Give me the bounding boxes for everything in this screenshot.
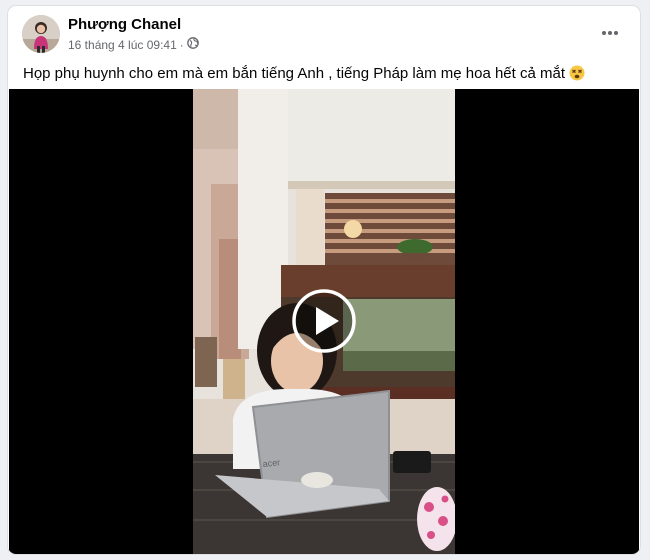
post-card: Phượng Chanel 16 tháng 4 lúc 09:41 · Họp…: [8, 6, 640, 554]
svg-text:acer: acer: [262, 457, 280, 469]
post-meta: 16 tháng 4 lúc 09:41 ·: [68, 37, 199, 52]
globe-icon: [186, 37, 199, 52]
avatar[interactable]: [22, 15, 60, 53]
post-caption: Họp phụ huynh cho em mà em bắn tiếng Anh…: [23, 64, 628, 87]
more-options-button[interactable]: [592, 20, 628, 46]
meta-separator: ·: [179, 37, 184, 52]
post-caption-text: Họp phụ huynh cho em mà em bắn tiếng Anh…: [23, 65, 565, 82]
more-dots-icon: [602, 31, 618, 35]
post-header: Phượng Chanel 16 tháng 4 lúc 09:41 ·: [8, 6, 640, 58]
avatar-image: [22, 15, 60, 53]
dizzy-face-emoji: [569, 65, 585, 87]
author-name[interactable]: Phượng Chanel: [68, 16, 181, 33]
play-icon: [292, 289, 356, 353]
video-player[interactable]: acer: [9, 89, 639, 554]
post-timestamp[interactable]: 16 tháng 4 lúc 09:41: [68, 38, 177, 52]
play-button[interactable]: [291, 288, 357, 354]
